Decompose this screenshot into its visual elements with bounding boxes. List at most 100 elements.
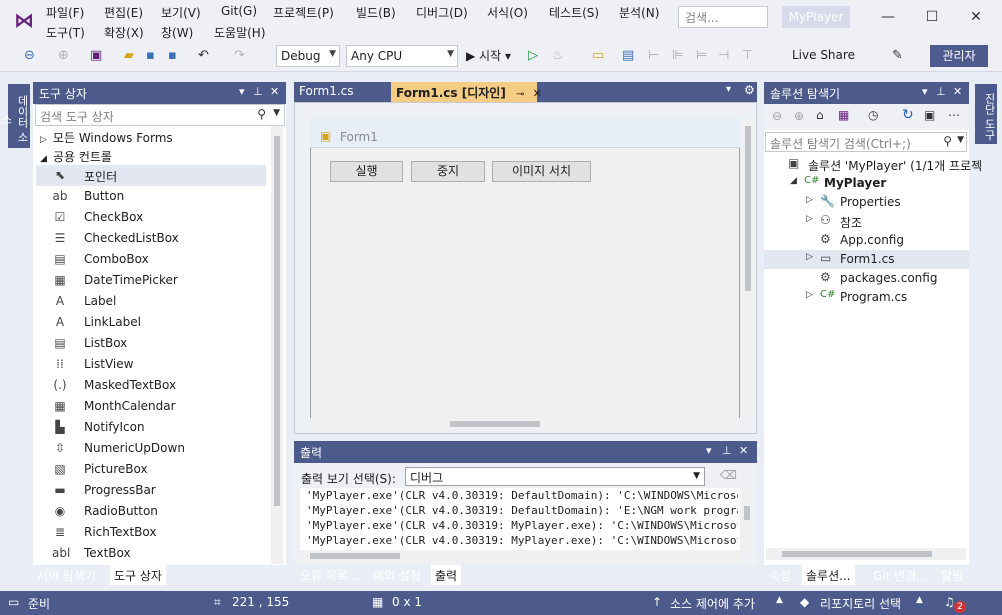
diagnostic-tools-tab[interactable]: 진단 도구 bbox=[975, 84, 997, 144]
image-search-button[interactable]: 이미지 서치 bbox=[492, 161, 591, 182]
minimize-icon[interactable]: — bbox=[874, 6, 902, 28]
chevron-down-icon[interactable]: ▼ bbox=[957, 135, 964, 145]
toolbox-search-input[interactable]: 검색 도구 상자 ⚲ ▼ bbox=[35, 104, 285, 126]
align-right-icon[interactable]: ⊣ bbox=[718, 48, 729, 63]
toolbox-item[interactable]: ≣ RichTextBox bbox=[36, 522, 266, 543]
solution-tree-item[interactable]: ⚙ packages.config bbox=[764, 269, 969, 288]
output-vscrollbar[interactable] bbox=[740, 488, 754, 550]
designer-hscrollbar[interactable] bbox=[310, 418, 742, 430]
toolbox-item[interactable]: A LinkLabel bbox=[36, 312, 266, 333]
solution-tree-item[interactable]: ▷ 🔧 Properties bbox=[764, 193, 969, 212]
tab-server-explorer[interactable]: 서버 탐색기 bbox=[33, 565, 100, 585]
menu-tools[interactable]: 도구(T) bbox=[46, 24, 85, 41]
menu-build[interactable]: 빌드(B) bbox=[356, 4, 396, 21]
settings-icon[interactable]: ⚙ bbox=[744, 83, 755, 97]
switch-views-icon[interactable]: ▦ bbox=[838, 108, 849, 122]
tab-notifications[interactable]: 알림 bbox=[937, 565, 967, 585]
toolbox-item[interactable]: ⁞⁞ ListView bbox=[36, 354, 266, 375]
restore-icon[interactable]: ☐ bbox=[918, 6, 946, 28]
menu-git[interactable]: Git(G) bbox=[221, 4, 257, 18]
toolbox-item[interactable]: ▦ DateTimePicker bbox=[36, 270, 266, 291]
run-button[interactable]: 실행 bbox=[330, 161, 403, 182]
platform-dropdown[interactable]: Any CPU ▼ bbox=[346, 45, 458, 67]
solution-tree-item[interactable]: ▷ C# Program.cs bbox=[764, 288, 969, 307]
menu-test[interactable]: 테스트(S) bbox=[549, 4, 599, 21]
home-icon[interactable]: ⌂ bbox=[816, 108, 824, 122]
toolbox-item[interactable]: abl TextBox bbox=[36, 543, 266, 564]
toolbox-item[interactable]: ⇳ NumericUpDown bbox=[36, 438, 266, 459]
tab-toolbox[interactable]: 도구 상자 bbox=[110, 565, 166, 585]
layout-icon[interactable]: ▤ bbox=[622, 48, 634, 63]
open-folder-icon[interactable]: ▰ bbox=[124, 48, 134, 63]
expand-icon[interactable]: ▷ bbox=[806, 290, 813, 300]
toolbox-group-all[interactable]: ▷ 모든 Windows Forms bbox=[40, 129, 173, 146]
menu-view[interactable]: 보기(V) bbox=[161, 4, 201, 21]
panel-menu-icon[interactable]: ▾ bbox=[706, 444, 712, 457]
stop-button[interactable]: 중지 bbox=[411, 161, 485, 182]
solution-tree-item[interactable]: ▷ ⚇ 참조 bbox=[764, 212, 969, 231]
output-window-icon[interactable]: ▭ bbox=[8, 595, 19, 609]
tab-form1-design[interactable]: Form1.cs [디자인] ⊸ ✕ bbox=[391, 82, 542, 102]
tab-exception-settings[interactable]: 예외 설정 bbox=[369, 565, 425, 585]
tab-solution-explorer[interactable]: 솔루션... bbox=[802, 565, 855, 585]
toolbox-item[interactable]: ▤ ComboBox bbox=[36, 249, 266, 270]
toolbox-item[interactable]: ▤ ListBox bbox=[36, 333, 266, 354]
undo-icon[interactable]: ↶ bbox=[198, 48, 209, 63]
chevron-down-icon[interactable]: ▼ bbox=[273, 108, 280, 118]
global-search-input[interactable]: 검색... bbox=[678, 6, 768, 28]
menu-analyze[interactable]: 분석(N) bbox=[619, 4, 659, 21]
toolbox-item[interactable]: A Label bbox=[36, 291, 266, 312]
close-tab-icon[interactable]: ✕ bbox=[533, 87, 542, 100]
back-icon[interactable]: ⊖ bbox=[772, 109, 782, 123]
toolbox-group-common[interactable]: ◢ 공용 컨트롤 bbox=[40, 148, 112, 165]
hot-reload-icon[interactable]: ♨ bbox=[552, 48, 564, 63]
refresh-icon[interactable]: ↻ bbox=[902, 107, 914, 123]
tab-error-list[interactable]: 오류 목록... bbox=[296, 565, 363, 585]
solution-search-input[interactable]: 솔루션 탐색기 검색(Ctrl+;) ⚲ ▼ bbox=[765, 132, 967, 152]
scrollbar-thumb[interactable] bbox=[782, 551, 932, 557]
align-left-icon[interactable]: ⊫ bbox=[672, 48, 683, 63]
align-icon[interactable]: ⊢ bbox=[648, 48, 659, 63]
solution-tree-item[interactable]: ▷ ▭ Form1.cs bbox=[764, 250, 969, 269]
back-icon[interactable]: ⊖ bbox=[24, 48, 35, 63]
toolbox-item[interactable]: ▦ MonthCalendar bbox=[36, 396, 266, 417]
search-icon[interactable]: ⚲ bbox=[257, 107, 266, 121]
menu-extensions[interactable]: 확장(X) bbox=[104, 24, 144, 41]
forward-icon[interactable]: ⊕ bbox=[794, 109, 804, 123]
close-icon[interactable]: ✕ bbox=[962, 6, 990, 28]
solution-config-dropdown[interactable]: Debug ▼ bbox=[276, 45, 340, 67]
align-top-icon[interactable]: ⊤ bbox=[742, 48, 753, 63]
collapse-all-icon[interactable]: ▣ bbox=[924, 108, 935, 122]
menu-project[interactable]: 프로젝트(P) bbox=[273, 4, 334, 21]
output-hscrollbar[interactable] bbox=[300, 550, 740, 562]
toolbox-item[interactable]: ▧ PictureBox bbox=[36, 459, 266, 480]
toolbox-item[interactable]: ▙ NotifyIcon bbox=[36, 417, 266, 438]
tab-form1-code[interactable]: Form1.cs bbox=[294, 82, 390, 102]
solution-tree-item[interactable]: ⚙ App.config bbox=[764, 231, 969, 250]
more-options-icon[interactable]: ⋯ bbox=[948, 108, 960, 122]
browse-icon[interactable]: ▭ bbox=[592, 48, 604, 63]
toolbox-item[interactable]: ▬ ProgressBar bbox=[36, 480, 266, 501]
pin-icon[interactable]: ⊥ bbox=[253, 85, 263, 98]
close-panel-icon[interactable]: ✕ bbox=[953, 85, 962, 98]
pin-icon[interactable]: ⊥ bbox=[722, 444, 732, 457]
menu-debug[interactable]: 디버그(D) bbox=[416, 4, 468, 21]
toolbox-item[interactable]: ☑ CheckBox bbox=[36, 207, 266, 228]
align-center-icon[interactable]: ⊨ bbox=[696, 48, 707, 63]
scrollbar-thumb[interactable] bbox=[745, 126, 751, 291]
forward-icon[interactable]: ⊕ bbox=[58, 48, 69, 63]
tab-list-dropdown-icon[interactable]: ▾ bbox=[726, 84, 731, 95]
live-share-button[interactable]: Live Share bbox=[792, 48, 855, 62]
add-to-source-control[interactable]: 소스 제어에 추가 bbox=[670, 595, 755, 612]
menu-window[interactable]: 창(W) bbox=[161, 24, 193, 41]
save-all-icon[interactable]: ▪ bbox=[168, 48, 177, 63]
scrollbar-thumb[interactable] bbox=[274, 136, 280, 506]
redo-icon[interactable]: ↷ bbox=[234, 48, 245, 63]
tab-output[interactable]: 출력 bbox=[431, 565, 462, 585]
menu-help[interactable]: 도움말(H) bbox=[214, 24, 266, 41]
toolbox-item[interactable]: (.) MaskedTextBox bbox=[36, 375, 266, 396]
menu-edit[interactable]: 편집(E) bbox=[104, 4, 143, 21]
close-panel-icon[interactable]: ✕ bbox=[270, 85, 279, 98]
menu-file[interactable]: 파일(F) bbox=[46, 4, 84, 21]
scrollbar-thumb[interactable] bbox=[450, 421, 540, 427]
